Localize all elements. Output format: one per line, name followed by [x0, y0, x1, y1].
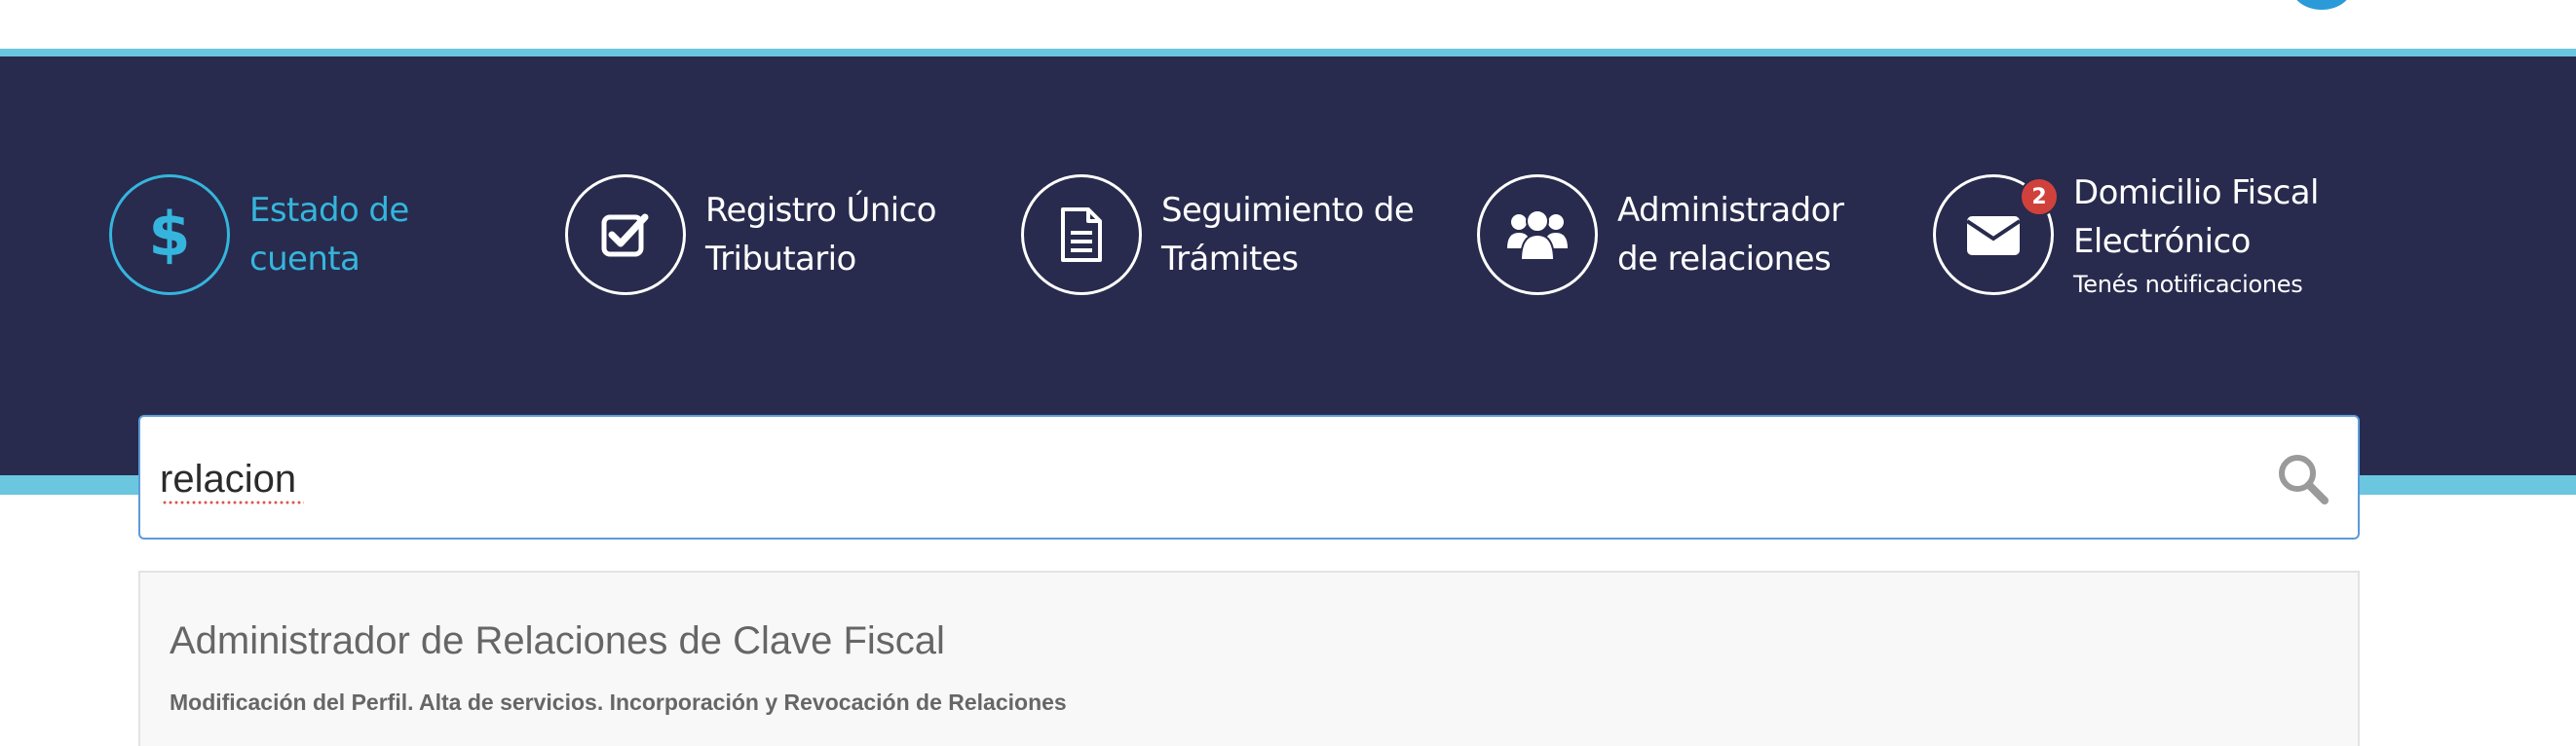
shortcut-label: Domicilio Fiscal Electrónico Tenés notif…: [2073, 168, 2319, 301]
shortcut-label-line: de relaciones: [1617, 240, 1832, 279]
top-accent-line: [0, 49, 2576, 56]
shortcut-icon-circle: $: [109, 174, 230, 295]
shortcut-domicilio-fiscal-electronico[interactable]: 2 Domicilio Fiscal Electrónico Tenés not…: [1933, 171, 2319, 298]
shortcut-icon-circle: [1477, 174, 1598, 295]
shortcut-estado-de-cuenta[interactable]: $ Estado de cuenta: [109, 171, 409, 298]
dollar-icon: $: [148, 201, 190, 269]
suggestion-title: Administrador de Relaciones de Clave Fis…: [170, 619, 945, 662]
search-box: [138, 415, 2360, 540]
shortcut-label-line: Domicilio Fiscal: [2073, 173, 2319, 212]
shortcut-label: Registro Único Tributario: [705, 186, 937, 283]
shortcut-icon-circle: 2: [1933, 174, 2059, 295]
shortcut-label-line: Tributario: [705, 240, 856, 279]
search-input[interactable]: [160, 442, 2206, 516]
shortcut-label: Estado de cuenta: [249, 186, 409, 283]
shortcut-label-line: cuenta: [249, 240, 360, 279]
page: $ Estado de cuenta Registro Único Tribut…: [0, 0, 2576, 746]
shortcut-label-line: Registro Único: [705, 191, 937, 230]
shortcut-seguimiento-de-tramites[interactable]: Seguimiento de Trámites: [1021, 171, 1415, 298]
shortcut-administrador-de-relaciones[interactable]: Administrador de relaciones: [1477, 171, 1844, 298]
shortcut-label-line: Estado de: [249, 191, 409, 230]
search-suggestion-item[interactable]: Administrador de Relaciones de Clave Fis…: [138, 571, 2360, 746]
search-icon[interactable]: [2272, 448, 2334, 510]
notification-badge: 2: [2020, 177, 2059, 216]
envelope-icon: [1965, 216, 2022, 255]
svg-text:$: $: [148, 201, 190, 269]
shortcut-label-line: Seguimiento de: [1161, 191, 1415, 230]
shortcut-label: Administrador de relaciones: [1617, 186, 1844, 283]
users-icon: [1507, 209, 1568, 261]
shortcut-icon-circle: [1021, 174, 1142, 295]
shortcut-label-line: Electrónico: [2073, 222, 2251, 261]
shortcut-label: Seguimiento de Trámites: [1161, 186, 1415, 283]
shortcut-icon-circle: [565, 174, 686, 295]
shortcut-registro-unico-tributario[interactable]: Registro Único Tributario: [565, 171, 937, 298]
suggestion-description: Modificación del Perfil. Alta de servici…: [170, 690, 1067, 715]
checkbox-icon: [601, 213, 649, 257]
shortcut-label-line: Trámites: [1161, 240, 1299, 279]
shortcut-sublabel: Tenés notificaciones: [2073, 271, 2303, 298]
top-bar: [0, 0, 2576, 49]
shortcut-label-line: Administrador: [1617, 191, 1844, 230]
user-avatar[interactable]: [2292, 0, 2352, 10]
document-icon: [1061, 207, 1102, 262]
spellcheck-underline: [162, 501, 304, 504]
